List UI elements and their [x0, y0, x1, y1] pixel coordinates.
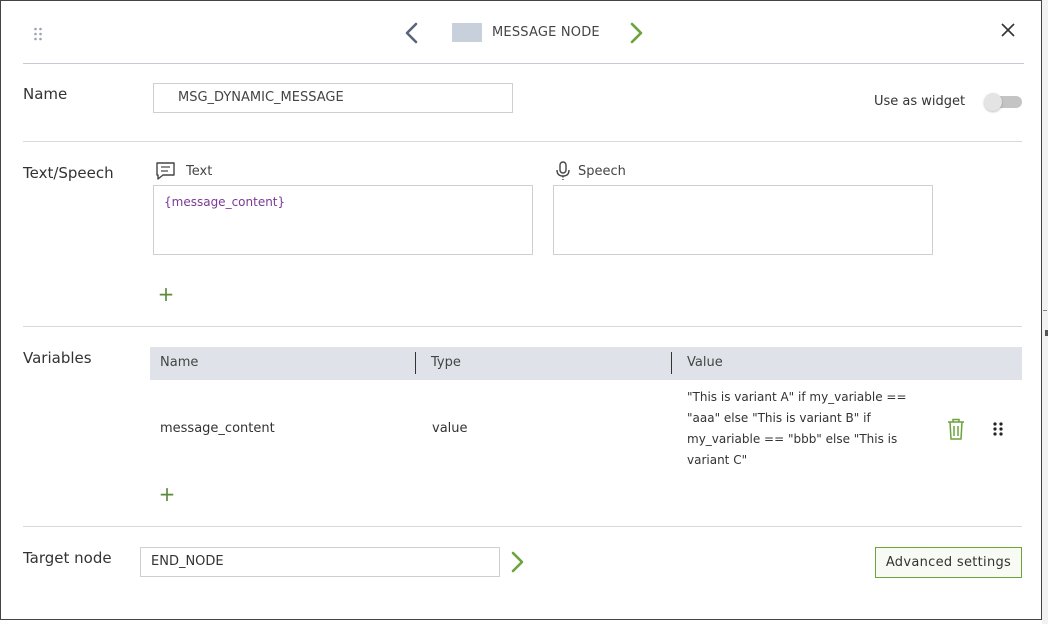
variable-type-cell[interactable]: value [432, 421, 468, 436]
dialog-title: MESSAGE NODE [492, 25, 600, 40]
use-as-widget-toggle[interactable] [984, 93, 1022, 111]
add-variable-button[interactable]: + [158, 484, 176, 504]
background-edge [1042, 0, 1048, 624]
trash-icon[interactable] [945, 417, 967, 441]
target-node-input[interactable]: END_NODE [140, 547, 500, 577]
target-node-label: Target node [23, 549, 112, 567]
node-color-swatch [452, 23, 482, 42]
name-input[interactable]: MSG_DYNAMIC_MESSAGE [153, 83, 513, 113]
drag-dots-icon[interactable] [33, 27, 43, 41]
variable-name-cell[interactable]: message_content [160, 421, 275, 436]
chat-bubble-icon [156, 162, 175, 180]
chevron-left-icon[interactable] [401, 21, 423, 45]
text-speech-label: Text/Speech [23, 164, 114, 182]
variable-value-cell[interactable]: "This is variant A" if my_variable == "a… [687, 387, 919, 471]
message-node-dialog: MESSAGE NODE Name MSG_DYNAMIC_MESSAGE Us… [0, 0, 1042, 620]
divider [23, 141, 1022, 142]
use-as-widget-label: Use as widget [874, 94, 966, 109]
microphone-icon [556, 161, 570, 180]
divider [23, 526, 1022, 527]
close-icon[interactable] [997, 19, 1019, 41]
advanced-settings-button[interactable]: Advanced settings [875, 547, 1022, 578]
column-header-type: Type [431, 355, 461, 370]
text-input-value: {message_content} [164, 195, 286, 209]
variables-table-header: Name Type Value [150, 347, 1022, 380]
text-sublabel: Text [186, 164, 213, 179]
speech-input-box[interactable] [553, 185, 933, 255]
column-header-name: Name [160, 355, 199, 370]
divider [23, 326, 1022, 327]
add-text-button[interactable]: + [157, 284, 175, 304]
column-resize-handle[interactable] [671, 352, 672, 374]
chevron-right-icon[interactable] [625, 21, 647, 45]
column-resize-handle[interactable] [415, 352, 416, 374]
go-to-target-chevron-icon[interactable] [507, 549, 527, 575]
toggle-knob [984, 93, 1002, 111]
row-drag-handle-icon[interactable] [991, 421, 1005, 437]
speech-sublabel: Speech [578, 164, 626, 179]
header-divider [23, 63, 1024, 64]
name-label: Name [23, 85, 68, 103]
variables-label: Variables [23, 349, 92, 367]
column-header-value: Value [687, 355, 723, 370]
